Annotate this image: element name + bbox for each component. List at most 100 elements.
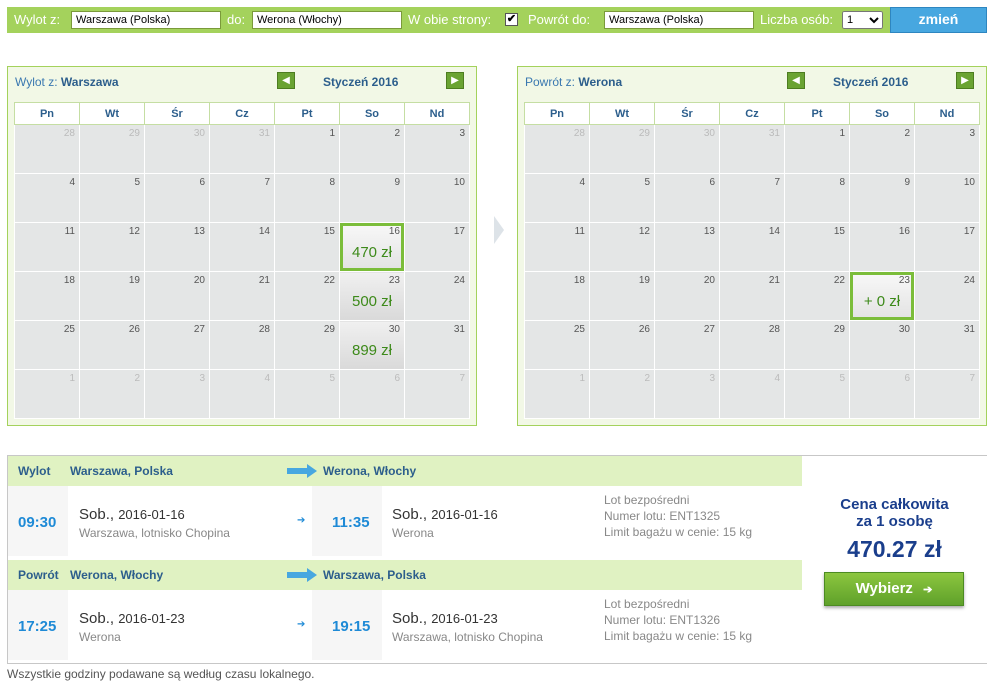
- next-month-button[interactable]: ▶: [446, 72, 464, 89]
- day-number: 27: [193, 324, 205, 335]
- departure-day: Sob.,: [79, 610, 115, 627]
- return-calendar: Powrót z: Werona ◀ Styczeń 2016 ▶ Pn Wt Śr…: [517, 66, 987, 426]
- day-number: 26: [128, 324, 140, 335]
- weekday-header: Cz: [209, 102, 275, 125]
- calendar-day-with-price[interactable]: 30 899 zł: [339, 320, 405, 370]
- day-number: 19: [638, 275, 650, 286]
- departure-time: 09:30: [18, 514, 57, 531]
- day-number: 24: [453, 275, 465, 286]
- calendar-day: 26: [79, 320, 145, 370]
- outbound-leg-details: 09:30 Sob., 2016-01-16 Warszawa, lotnisk…: [8, 486, 802, 556]
- day-number: 1: [839, 128, 845, 139]
- calendar-day: 2: [849, 124, 915, 174]
- next-month-button[interactable]: ▶: [956, 72, 974, 89]
- leg-from: Warszawa, Polska: [70, 464, 173, 478]
- calendar-day: 12: [79, 222, 145, 272]
- calendar-day: 8: [274, 173, 340, 223]
- calendar-week: 25 26 27 28 29 30 899 zł 31: [14, 320, 470, 370]
- arrival-airport: Warszawa, lotnisko Chopina: [392, 630, 543, 644]
- calendar-day: 11: [14, 222, 80, 272]
- prev-month-button[interactable]: ◀: [787, 72, 805, 89]
- calendar-day: 4: [719, 369, 785, 419]
- day-number: 20: [703, 275, 715, 286]
- day-number: 7: [264, 177, 270, 188]
- search-bar: Wylot z: do: W obie strony: ✔ Powrót do:…: [7, 7, 987, 33]
- arrow-left-icon: ◀: [282, 75, 290, 86]
- calendar-week: 11 12 13 14 15 16 17: [524, 222, 980, 272]
- weekday-header: Wt: [79, 102, 145, 125]
- calendar-day: 19: [79, 271, 145, 321]
- calendar-day: 17: [404, 222, 470, 272]
- weekday-header: So: [339, 102, 405, 125]
- persons-label: Liczba osób:: [760, 12, 833, 27]
- weekday-header: Nd: [914, 102, 980, 125]
- day-number: 7: [459, 373, 465, 384]
- persons-select[interactable]: 1: [842, 11, 883, 29]
- calendar-day: 18: [524, 271, 590, 321]
- outbound-leg-header: Wylot Warszawa, Polska Werona, Włochy: [8, 456, 802, 486]
- calendar-day: 9: [339, 173, 405, 223]
- prev-month-button[interactable]: ◀: [277, 72, 295, 89]
- calendar-route: Powrót z: Werona: [525, 75, 622, 89]
- departure-day: Sob.,: [79, 506, 115, 523]
- day-price: 899 zł: [351, 342, 393, 359]
- day-price: 500 zł: [351, 293, 393, 310]
- day-number: 4: [69, 177, 75, 188]
- price-label-line2: za 1 osobę: [856, 513, 933, 530]
- day-number: 6: [904, 373, 910, 384]
- day-number: 31: [258, 128, 270, 139]
- calendar-week: 1 2 3 4 5 6 7: [524, 369, 980, 419]
- day-number: 22: [833, 275, 845, 286]
- calendar-day: 27: [654, 320, 720, 370]
- day-number: 23: [898, 275, 910, 286]
- calendar-day: 22: [784, 271, 850, 321]
- return-input[interactable]: [604, 11, 754, 29]
- arrow-right-icon: [287, 568, 317, 582]
- calendar-week: 4 5 6 7 8 9 10: [524, 173, 980, 223]
- calendar-day: 6: [339, 369, 405, 419]
- calendar-day: 10: [914, 173, 980, 223]
- day-number: 15: [833, 226, 845, 237]
- calendar-route: Wylot z: Warszawa: [15, 75, 119, 89]
- calendar-grid: Pn Wt Śr Cz Pt So Nd 28 29 30 31 1 2 3 4 5 6 7 8 9 10 11 12 13…: [14, 102, 470, 419]
- both-ways-checkbox[interactable]: ✔: [505, 13, 518, 26]
- to-label: do:: [227, 12, 246, 27]
- day-number: 17: [963, 226, 975, 237]
- day-number: 30: [193, 128, 205, 139]
- choose-button[interactable]: Wybierz ➔: [824, 572, 964, 606]
- calendar-day: 4: [209, 369, 275, 419]
- calendar-day: 2: [339, 124, 405, 174]
- arrow-right-icon: [287, 464, 317, 478]
- day-number: 1: [69, 373, 75, 384]
- day-number: 19: [128, 275, 140, 286]
- day-number: 31: [768, 128, 780, 139]
- day-number: 1: [329, 128, 335, 139]
- day-number: 28: [768, 324, 780, 335]
- calendar-day-with-price[interactable]: 23 + 0 zł: [849, 271, 915, 321]
- calendar-day: 5: [274, 369, 340, 419]
- calendar-day: 20: [654, 271, 720, 321]
- arrival-date: Sob., 2016-01-23: [392, 610, 498, 627]
- arrival-time: 11:35: [332, 514, 370, 531]
- day-number: 5: [839, 373, 845, 384]
- day-number: 10: [963, 177, 975, 188]
- weekday-header: Pt: [274, 102, 340, 125]
- calendar-day: 29: [589, 124, 655, 174]
- departure-date-value: 2016-01-16: [118, 507, 185, 522]
- from-input[interactable]: [71, 11, 221, 29]
- weekday-header: So: [849, 102, 915, 125]
- calendar-day-with-price[interactable]: 23 500 zł: [339, 271, 405, 321]
- calendar-day: 13: [144, 222, 210, 272]
- calendar-day: 7: [914, 369, 980, 419]
- day-number: 4: [264, 373, 270, 384]
- calendar-day-with-price[interactable]: 16 470 zł: [339, 222, 405, 272]
- departure-airport: Warszawa, lotnisko Chopina: [79, 526, 230, 540]
- price-label: Cena całkowita za 1 osobę: [802, 496, 987, 530]
- direct-flight: Lot bezpośredni: [604, 597, 690, 611]
- calendar-day: 6: [144, 173, 210, 223]
- to-input[interactable]: [252, 11, 402, 29]
- calendar-day: 5: [784, 369, 850, 419]
- change-button[interactable]: zmień: [890, 7, 987, 33]
- day-number: 28: [258, 324, 270, 335]
- calendar-day: 31: [914, 320, 980, 370]
